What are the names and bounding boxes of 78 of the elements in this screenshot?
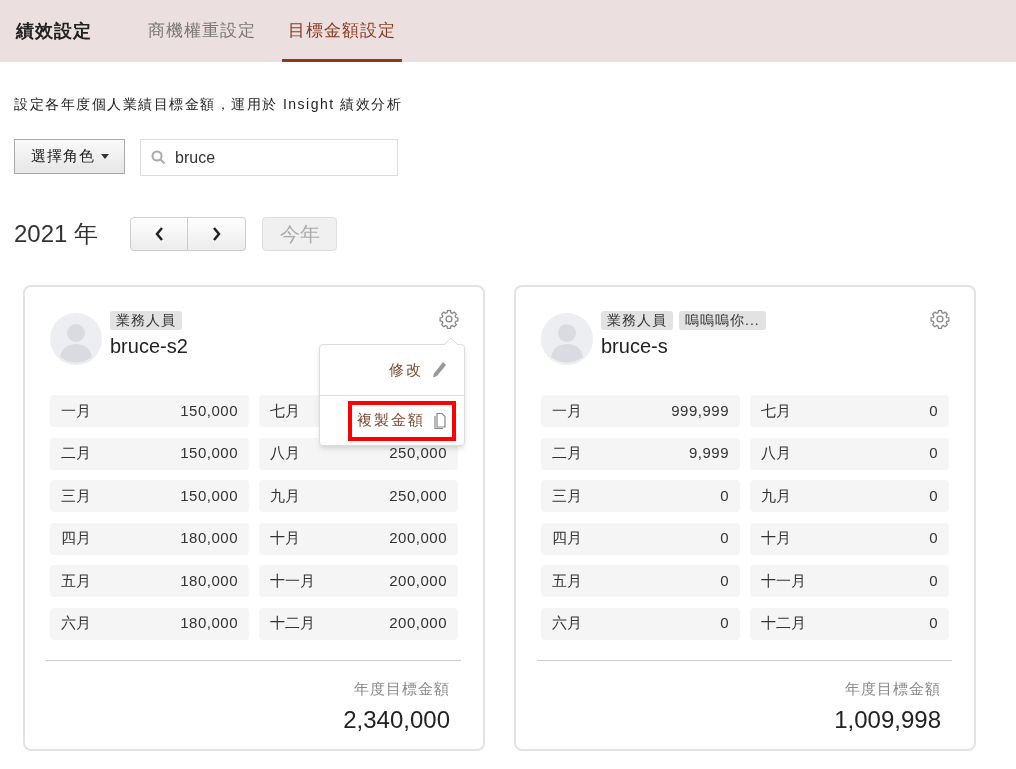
month-amount: 250,000 [389, 485, 447, 506]
month-amount: 0 [720, 528, 729, 549]
member-name: bruce-s [601, 334, 669, 359]
chevron-left-icon [154, 227, 164, 241]
month-label: 一月 [552, 400, 582, 421]
role-tag: 業務人員 [110, 311, 182, 330]
month-label: 四月 [61, 528, 91, 549]
month-amount: 9,999 [688, 443, 729, 464]
pencil-icon [431, 361, 447, 379]
page-title: 績效設定 [16, 19, 92, 43]
menu-item[interactable]: 修改 [380, 350, 456, 390]
month-amount: 200,000 [389, 570, 447, 591]
search-field[interactable]: bruce [140, 139, 398, 176]
month-label: 六月 [61, 613, 91, 634]
month-label: 二月 [61, 443, 91, 464]
tab[interactable]: 商機權重設定 [142, 0, 262, 62]
month-label: 十月 [761, 528, 791, 549]
description: 設定各年度個人業績目標金額，運用於 Insight 績效分析 [14, 95, 404, 114]
caret-icon [100, 154, 109, 159]
month-label: 二月 [552, 443, 582, 464]
month-label: 九月 [270, 485, 300, 506]
month-label: 十二月 [270, 613, 315, 634]
role-dropdown[interactable]: 選擇角色 [14, 139, 125, 174]
copy-icon [433, 411, 447, 430]
month-label: 八月 [761, 443, 791, 464]
month-label: 十月 [270, 528, 300, 549]
avatar [50, 313, 102, 365]
total-label: 年度目標金額 [354, 678, 450, 699]
month-amount: 999,999 [671, 400, 729, 421]
month-amount: 0 [720, 613, 729, 634]
month-label: 三月 [552, 485, 582, 506]
role-tag: 業務人員 [601, 311, 673, 330]
month-label: 十一月 [270, 570, 315, 591]
month-amount: 0 [929, 528, 938, 549]
month-label: 八月 [270, 443, 300, 464]
month-label: 十一月 [761, 570, 806, 591]
chevron-right-icon [212, 227, 221, 241]
next-year-button[interactable] [188, 217, 246, 251]
month-label: 一月 [61, 400, 91, 421]
year-label: 2021 年 [14, 219, 100, 249]
role-tag: 嗚嗚嗚你... [679, 311, 766, 330]
previous-year-button[interactable] [130, 217, 188, 251]
month-amount: 180,000 [180, 528, 238, 549]
menu-item[interactable]: 複製金額 [348, 400, 456, 441]
avatar [541, 313, 593, 365]
month-label: 三月 [61, 485, 91, 506]
month-label: 五月 [61, 570, 91, 591]
month-amount: 0 [929, 400, 938, 421]
month-label: 四月 [552, 528, 582, 549]
month-amount: 0 [720, 570, 729, 591]
month-amount: 180,000 [180, 613, 238, 634]
total-amount: 1,009,998 [834, 705, 941, 735]
month-amount: 150,000 [180, 443, 238, 464]
month-label: 九月 [761, 485, 791, 506]
month-label: 十二月 [761, 613, 806, 634]
month-amount: 200,000 [389, 528, 447, 549]
tab[interactable]: 目標金額設定 [282, 0, 402, 62]
settings-icon[interactable] [929, 308, 951, 330]
member-name: bruce-s2 [110, 334, 188, 359]
month-amount: 180,000 [180, 570, 238, 591]
month-amount: 0 [929, 485, 938, 506]
month-amount: 0 [929, 570, 938, 591]
settings-icon[interactable] [438, 308, 460, 330]
month-amount: 200,000 [389, 613, 447, 634]
month-amount: 150,000 [180, 485, 238, 506]
month-amount: 250,000 [389, 443, 447, 464]
month-amount: 0 [720, 485, 729, 506]
month-amount: 150,000 [180, 400, 238, 421]
search-icon [151, 150, 166, 165]
search-input[interactable]: bruce [175, 145, 375, 170]
month-amount: 0 [929, 443, 938, 464]
total-amount: 2,340,000 [343, 705, 450, 735]
month-amount: 0 [929, 613, 938, 634]
month-label: 七月 [270, 400, 300, 421]
total-label: 年度目標金額 [845, 678, 941, 699]
month-label: 六月 [552, 613, 582, 634]
month-label: 七月 [761, 400, 791, 421]
month-label: 五月 [552, 570, 582, 591]
